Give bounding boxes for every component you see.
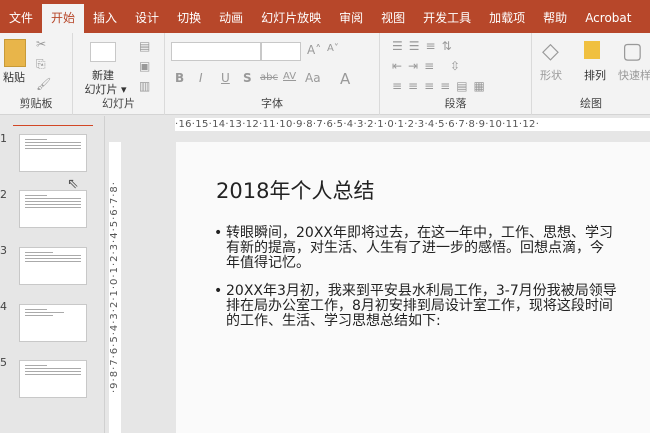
shapes-button[interactable]: 形状 xyxy=(540,67,562,83)
tab-slideshow[interactable]: 幻灯片放映 xyxy=(252,4,330,33)
format-painter-icon[interactable]: 🖌 xyxy=(36,77,51,91)
drawing-group: ◇ 形状 排列 ▢ 快速样 绘图 xyxy=(532,33,650,115)
tab-design[interactable]: 设计 xyxy=(126,4,168,33)
drawing-label: 绘图 xyxy=(580,97,602,110)
slides-group: 新建 幻灯片 ▾ ▤ ▣ ▥ 幻灯片 xyxy=(73,33,165,115)
ribbon-tabs: 文件 开始 插入 设计 切换 动画 幻灯片放映 审阅 视图 开发工具 加载项 帮… xyxy=(0,0,650,33)
tab-addins[interactable]: 加载项 xyxy=(480,4,534,33)
horizontal-ruler: ·16·15·14·13·12·11·10·9·8·7·6·5·4·3·2·1·… xyxy=(175,118,650,131)
slide-thumbnail-2[interactable] xyxy=(19,190,87,228)
slide-number: 5 xyxy=(0,356,7,369)
vertical-ruler: ·9·8·7·6·5·4·3·2·1·0·1·2·3·4·5·6·7·8· xyxy=(109,142,121,433)
tab-developer[interactable]: 开发工具 xyxy=(414,4,480,33)
shadow-button[interactable]: S xyxy=(243,71,252,85)
arrange-button[interactable]: 排列 xyxy=(584,67,606,83)
insertion-marker xyxy=(13,125,93,126)
tab-transitions[interactable]: 切换 xyxy=(168,4,210,33)
bullet-line: 年值得记忆。 xyxy=(226,255,310,271)
tab-insert[interactable]: 插入 xyxy=(84,4,126,33)
slide-thumbnail-5[interactable] xyxy=(19,360,87,398)
paragraph-group: ☰☰≡⇅ ⇤⇥≡ ⇳ ≡≡≡≡▤▦ 段落 xyxy=(380,33,532,115)
bullet-line: 的工作、生活、学习思想总结如下: xyxy=(226,313,441,329)
tab-view[interactable]: 视图 xyxy=(372,4,414,33)
bullet-line: 转眼瞬间，20XX年即将过去，在这一年中，工作、思想、学习 xyxy=(226,225,613,241)
slide-thumbnail-1[interactable] xyxy=(19,134,87,172)
font-label: 字体 xyxy=(261,97,283,110)
paragraph-label: 段落 xyxy=(444,97,467,110)
clipboard-label: 剪贴板 xyxy=(19,97,53,110)
tab-animations[interactable]: 动画 xyxy=(210,4,252,33)
lightbulb-icon[interactable]: 💡 xyxy=(640,4,650,33)
arrange-icon[interactable] xyxy=(584,41,600,59)
bold-button[interactable]: B xyxy=(175,71,184,85)
cut-icon[interactable]: ✂ xyxy=(36,37,46,51)
shrink-font-button[interactable]: A˅ xyxy=(327,43,339,54)
slide-thumbnail-pane: 1 2 3 4 5 ⇖ xyxy=(0,116,105,433)
change-case-button[interactable]: Aa xyxy=(305,71,321,85)
tab-file[interactable]: 文件 xyxy=(0,4,42,33)
slide-number: 3 xyxy=(0,244,7,257)
bullet-line: 有新的提高，对生活、人生有了进一步的感悟。回想点滴，今 xyxy=(226,240,604,256)
bullet-line: 20XX年3月初，我来到平安县水利局工作，3-7月份我被局领导 xyxy=(226,283,617,299)
copy-icon[interactable]: ⎘ xyxy=(36,57,46,72)
slide-thumbnail-3[interactable] xyxy=(19,247,87,285)
font-size-input[interactable] xyxy=(261,42,301,61)
ribbon: 粘贴 ✂ ⎘ 🖌 剪贴板 新建 幻灯片 ▾ ▤ ▣ ▥ 幻灯片 B I U S … xyxy=(0,33,650,115)
char-spacing-button[interactable]: AV xyxy=(283,71,296,82)
tab-help[interactable]: 帮助 xyxy=(534,4,576,33)
font-name-input[interactable] xyxy=(171,42,261,61)
slide-number: 4 xyxy=(0,300,7,313)
section-icon[interactable]: ▥ xyxy=(139,79,150,93)
bullet-line: 排在局办公室工作，8月初安排到局设计室工作，现将这段时间 xyxy=(226,298,613,314)
strikethrough-button[interactable]: abc xyxy=(260,72,278,83)
font-group-right: A˄ A˅ Aa A 字体 xyxy=(261,33,380,115)
italic-button[interactable]: I xyxy=(199,71,203,85)
paste-icon[interactable] xyxy=(4,39,26,67)
align-icons[interactable]: ≡≡≡≡▤▦ xyxy=(392,79,491,93)
indent-icons[interactable]: ⇤⇥≡ ⇳ xyxy=(392,59,466,73)
slide-number: 1 xyxy=(0,132,7,145)
slide-number: 2 xyxy=(0,188,7,201)
layout-icon[interactable]: ▤ xyxy=(139,39,150,53)
bullet-2[interactable]: 20XX年3月初，我来到平安县水利局工作，3-7月份我被局领导 排在局办公室工作… xyxy=(214,284,617,329)
bullet-1[interactable]: 转眼瞬间，20XX年即将过去，在这一年中，工作、思想、学习 有新的提高，对生活、… xyxy=(214,226,613,271)
slide-canvas[interactable]: 2018年个人总结 转眼瞬间，20XX年即将过去，在这一年中，工作、思想、学习 … xyxy=(176,142,650,433)
paste-button[interactable]: 粘贴 xyxy=(0,69,28,85)
mouse-cursor-icon: ⇖ xyxy=(67,176,79,192)
reset-icon[interactable]: ▣ xyxy=(139,59,150,73)
slide-title[interactable]: 2018年个人总结 xyxy=(216,175,374,205)
slide-thumbnail-4[interactable] xyxy=(19,304,87,342)
grow-font-button[interactable]: A˄ xyxy=(307,43,321,57)
tab-home[interactable]: 开始 xyxy=(42,4,85,33)
slides-label: 幻灯片 xyxy=(102,97,135,110)
tab-review[interactable]: 审阅 xyxy=(330,4,372,33)
list-icons[interactable]: ☰☰≡⇅ xyxy=(392,39,458,53)
shapes-icon[interactable]: ◇ xyxy=(542,39,559,64)
tab-acrobat[interactable]: Acrobat xyxy=(576,4,640,33)
font-color-button[interactable]: A xyxy=(340,70,350,88)
quick-styles-button[interactable]: 快速样 xyxy=(618,67,650,83)
new-slide-icon[interactable] xyxy=(90,42,116,62)
quick-styles-icon[interactable]: ▢ xyxy=(622,39,643,64)
underline-button[interactable]: U xyxy=(221,71,230,85)
clipboard-group: 粘贴 ✂ ⎘ 🖌 剪贴板 xyxy=(0,33,73,115)
